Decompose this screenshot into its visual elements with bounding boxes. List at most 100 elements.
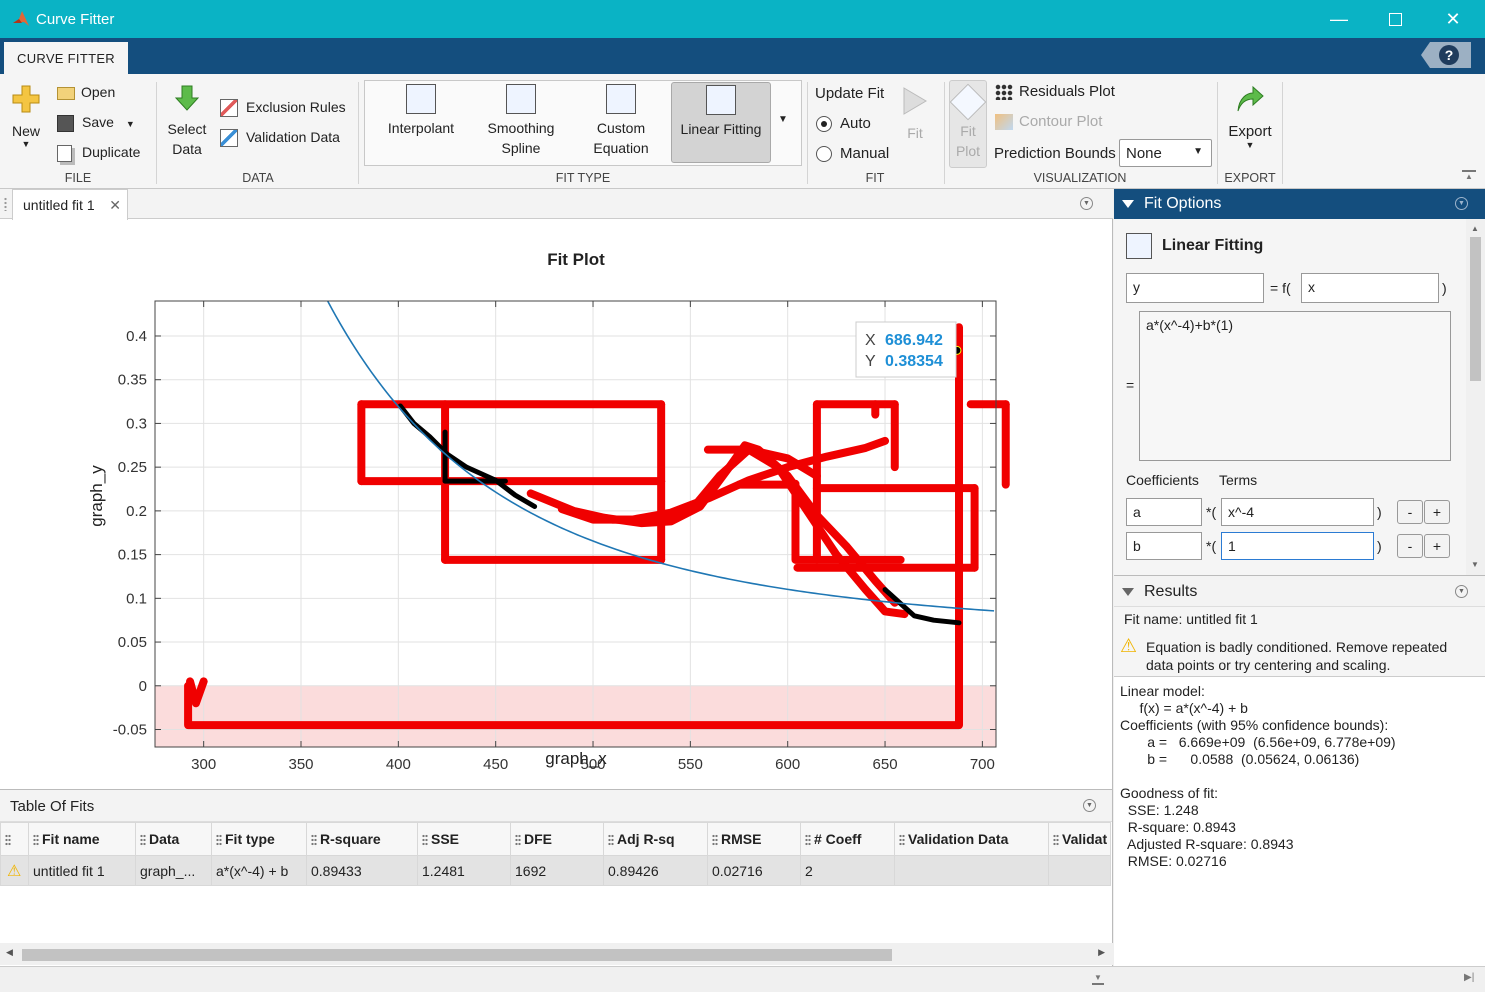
smoothing-spline-button[interactable]: Smoothing Spline — [476, 84, 566, 162]
table-cell: 0.02716 — [707, 855, 801, 886]
maximize-button[interactable] — [1366, 0, 1424, 38]
fit-type-group-label: FIT TYPE — [555, 171, 611, 185]
minimize-button[interactable]: — — [1310, 0, 1368, 38]
duplicate-button[interactable]: Duplicate — [57, 144, 140, 162]
panel-options-icon[interactable]: ▼ — [1455, 197, 1468, 210]
scroll-down-icon[interactable]: ▼ — [1471, 560, 1479, 569]
chevron-down-icon: ▼ — [1245, 140, 1255, 150]
table-row[interactable]: ⚠ untitled fit 1 graph_... a*(x^-4) + b … — [0, 855, 1111, 886]
column-header[interactable]: DFE — [510, 822, 604, 856]
open-button[interactable]: Open — [57, 84, 115, 100]
remove-term-button[interactable]: - — [1397, 500, 1423, 524]
contour-plot-button[interactable]: Contour Plot — [995, 113, 1102, 131]
data-tip[interactable]: X 686.942 Y 0.38354 — [855, 321, 957, 378]
add-term-button[interactable]: + — [1424, 534, 1450, 558]
table-cell — [894, 855, 1049, 886]
y-tick-label: 0.2 — [126, 503, 147, 520]
results-header[interactable]: Results ▼ — [1114, 575, 1485, 607]
column-header[interactable]: Validation Data — [894, 822, 1049, 856]
fit-options-header[interactable]: Fit Options ▼ — [1114, 189, 1485, 219]
equation-box[interactable]: a*(x^-4)+b*(1) — [1139, 311, 1451, 461]
radio-selected-icon — [816, 116, 832, 133]
coefficient-a-field[interactable]: a — [1126, 498, 1202, 526]
fit-button[interactable]: Fit — [900, 86, 930, 141]
linear-fitting-icon — [1126, 233, 1152, 259]
y-variable-field[interactable]: y — [1126, 273, 1264, 303]
remove-term-button[interactable]: - — [1397, 534, 1423, 558]
collapse-right-panel-icon[interactable]: ▶| — [1464, 972, 1474, 983]
right-panel: Fit Options ▼ Linear Fitting y = f( x ) … — [1114, 189, 1485, 966]
add-term-button[interactable]: + — [1424, 500, 1450, 524]
column-header[interactable]: R-square — [306, 822, 418, 856]
column-header[interactable]: RMSE — [707, 822, 801, 856]
column-grip[interactable] — [0, 822, 29, 856]
custom-equation-button[interactable]: Custom Equation — [578, 84, 664, 162]
panel-options-icon[interactable]: ▼ — [1083, 799, 1096, 812]
smoothing-spline-label-2: Spline — [501, 140, 541, 156]
coefficient-b-field[interactable]: b — [1126, 532, 1202, 560]
prediction-bounds-value: None — [1126, 145, 1162, 162]
x-axis-label: graph_x — [545, 749, 607, 768]
residuals-plot-button[interactable]: Residuals Plot — [995, 83, 1115, 101]
save-button[interactable]: Save ▼ — [57, 114, 135, 132]
duplicate-icon — [57, 144, 72, 162]
fit-options-body: Linear Fitting y = f( x ) = a*(x^-4)+b*(… — [1114, 219, 1466, 575]
term-b-field[interactable]: 1 — [1221, 532, 1374, 560]
export-arrow-icon — [1237, 85, 1264, 112]
y-tick-label: 0.35 — [118, 372, 147, 389]
fit-plot-chart[interactable]: Fit Plot 300 350 400 450 500 550 600 650 700-0.0… — [0, 219, 1113, 789]
select-data-button[interactable]: Select Data — [164, 84, 210, 159]
validation-data-button[interactable]: Validation Data — [220, 129, 340, 148]
scrollbar-thumb[interactable] — [1470, 237, 1481, 381]
collapse-table-icon[interactable]: ▼ — [1092, 973, 1104, 985]
y-tick-label: 0.25 — [118, 459, 147, 476]
fit-plot-button[interactable]: Fit Plot — [949, 80, 987, 168]
column-header[interactable]: Data — [135, 822, 212, 856]
close-tab-icon[interactable]: ✕ — [109, 197, 121, 214]
linear-fitting-button[interactable]: Linear Fitting — [671, 82, 771, 163]
scrollbar-thumb[interactable] — [22, 949, 892, 961]
fit-options-scrollbar[interactable]: ▲ ▼ — [1466, 219, 1485, 575]
column-header[interactable]: SSE — [417, 822, 511, 856]
equation-equals-label: = — [1126, 377, 1135, 393]
fits-table: Fit name Data Fit type R-square SSE DFE … — [0, 822, 1111, 886]
scroll-right-icon[interactable]: ▶ — [1098, 947, 1105, 958]
column-header[interactable]: Adj R-sq — [603, 822, 708, 856]
scroll-left-icon[interactable]: ◀ — [6, 947, 13, 958]
panel-options-icon[interactable]: ▼ — [1455, 585, 1468, 598]
manual-label: Manual — [840, 145, 890, 162]
table-of-fits-panel: Table Of Fits ▼ Fit name Data Fit type R… — [0, 789, 1113, 966]
file-group-label: FILE — [64, 171, 92, 185]
auto-radio[interactable]: Auto — [816, 115, 871, 133]
column-header[interactable]: Fit name — [28, 822, 136, 856]
column-header[interactable]: Validat — [1048, 822, 1111, 856]
y-tick-label: 0.15 — [118, 547, 147, 564]
window-title: Curve Fitter — [36, 10, 115, 28]
prediction-bounds-select[interactable]: None ▼ — [1119, 139, 1212, 167]
data-group-label: DATA — [242, 171, 274, 185]
exclusion-rules-button[interactable]: Exclusion Rules — [220, 99, 346, 118]
warning-icon: ⚠ — [1120, 636, 1138, 657]
panel-options-icon[interactable]: ▼ — [1080, 197, 1093, 210]
collapse-ribbon-icon[interactable]: ▲ — [1462, 170, 1476, 182]
new-button[interactable]: New ▼ — [8, 84, 44, 149]
help-button[interactable]: ? — [1421, 42, 1471, 68]
table-cell: graph_... — [135, 855, 212, 886]
help-icon: ? — [1439, 45, 1459, 65]
gallery-expand-button[interactable]: ▼ — [778, 114, 788, 125]
x-variable-field[interactable]: x — [1301, 273, 1439, 303]
terms-label: Terms — [1219, 472, 1258, 488]
scroll-up-icon[interactable]: ▲ — [1471, 224, 1479, 233]
tab-curve-fitter[interactable]: CURVE FITTER — [4, 42, 128, 74]
contour-plot-icon — [995, 114, 1013, 131]
column-header[interactable]: # Coeff — [800, 822, 895, 856]
close-button[interactable]: ✕ — [1424, 0, 1482, 38]
status-bar: ▼ ▶| — [0, 966, 1485, 992]
document-tab-untitled-fit[interactable]: untitled fit 1 ✕ — [12, 189, 128, 220]
interpolant-button[interactable]: Interpolant — [378, 84, 464, 162]
term-a-field[interactable]: x^-4 — [1221, 498, 1374, 526]
manual-radio[interactable]: Manual — [816, 145, 890, 163]
column-header[interactable]: Fit type — [211, 822, 307, 856]
export-button[interactable]: Export ▼ — [1226, 84, 1274, 150]
horizontal-scrollbar[interactable]: ◀ ▶ — [0, 943, 1113, 965]
